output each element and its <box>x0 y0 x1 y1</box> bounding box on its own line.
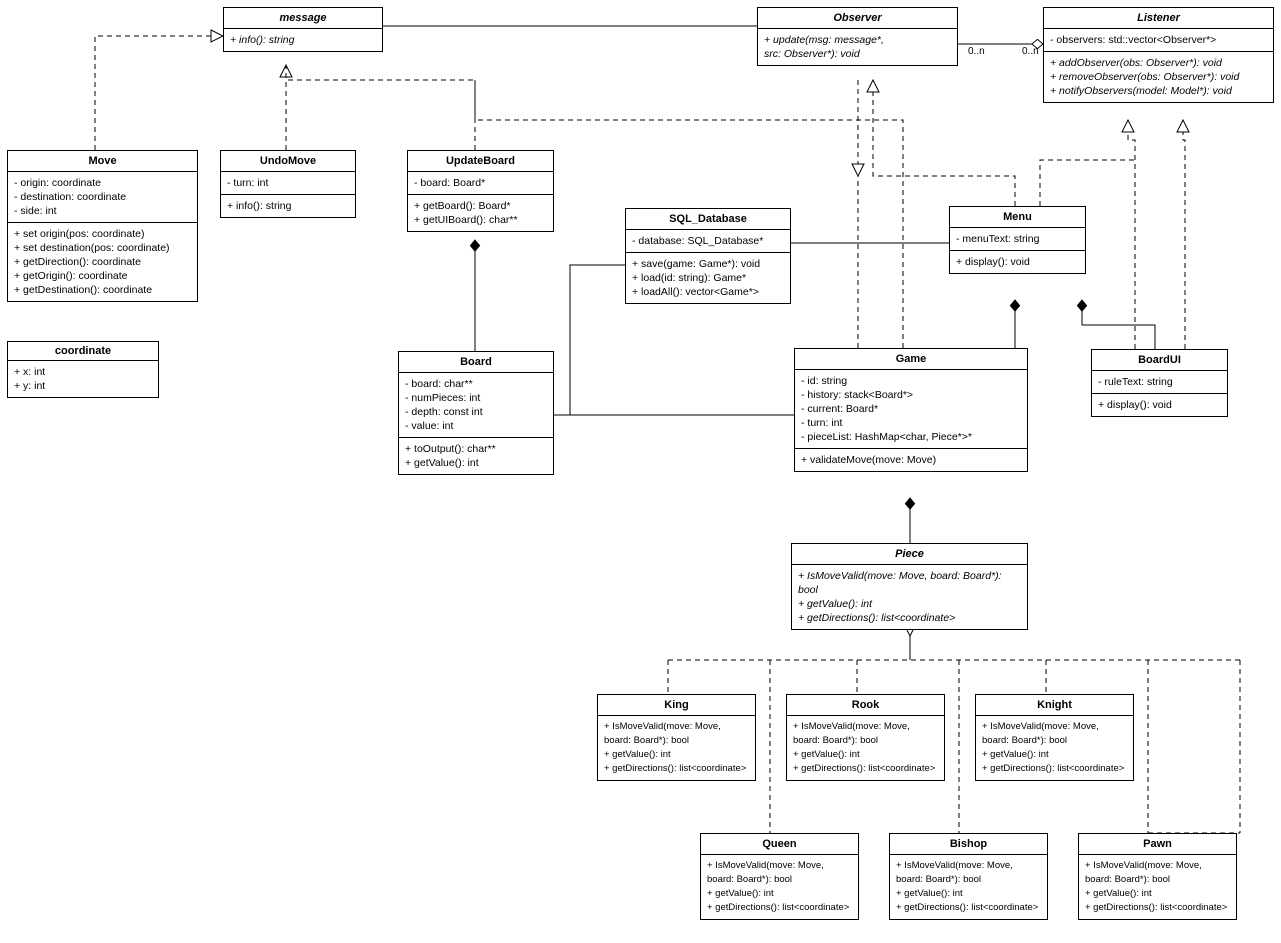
class-title: coordinate <box>8 342 158 361</box>
attrs: - turn: int <box>221 172 355 195</box>
class-title: message <box>224 8 382 29</box>
methods: + display(): void <box>1092 394 1227 416</box>
methods: + display(): void <box>950 251 1085 273</box>
attrs: - database: SQL_Database* <box>626 230 790 253</box>
class-title: SQL_Database <box>626 209 790 230</box>
struct-coordinate: coordinate + x: int + y: int <box>7 341 159 398</box>
class-bishop: Bishop + IsMoveValid(move: Move, board: … <box>889 833 1048 920</box>
methods: + getBoard(): Board* + getUIBoard(): cha… <box>408 195 553 231</box>
attrs: - id: string - history: stack<Board*> - … <box>795 370 1027 449</box>
class-title: Rook <box>787 695 944 716</box>
methods: + addObserver(obs: Observer*): void + re… <box>1044 52 1273 102</box>
methods: + set origin(pos: coordinate) + set dest… <box>8 223 197 301</box>
class-king: King + IsMoveValid(move: Move, board: Bo… <box>597 694 756 781</box>
class-title: Game <box>795 349 1027 370</box>
methods: + IsMoveValid(move: Move, board: Board*)… <box>792 565 1027 629</box>
class-title: Pawn <box>1079 834 1236 855</box>
class-boardui: BoardUI - ruleText: string + display(): … <box>1091 349 1228 417</box>
class-title: Menu <box>950 207 1085 228</box>
class-title: Listener <box>1044 8 1273 29</box>
class-title: Bishop <box>890 834 1047 855</box>
class-title: Board <box>399 352 553 373</box>
methods: + IsMoveValid(move: Move, board: Board*)… <box>1079 855 1236 919</box>
methods: + IsMoveValid(move: Move, board: Board*)… <box>976 716 1133 780</box>
class-sqldatabase: SQL_Database - database: SQL_Database* +… <box>625 208 791 304</box>
mult-observer: 0..n <box>968 46 985 57</box>
class-board: Board - board: char** - numPieces: int -… <box>398 351 554 475</box>
class-title: King <box>598 695 755 716</box>
class-move: Move - origin: coordinate - destination:… <box>7 150 198 302</box>
class-queen: Queen + IsMoveValid(move: Move, board: B… <box>700 833 859 920</box>
attrs: - origin: coordinate - destination: coor… <box>8 172 197 223</box>
attrs: - board: Board* <box>408 172 553 195</box>
attrs: - observers: std::vector<Observer*> <box>1044 29 1273 52</box>
class-knight: Knight + IsMoveValid(move: Move, board: … <box>975 694 1134 781</box>
attrs: - board: char** - numPieces: int - depth… <box>399 373 553 438</box>
methods: + x: int + y: int <box>8 361 158 397</box>
class-listener: Listener - observers: std::vector<Observ… <box>1043 7 1274 103</box>
attrs: - menuText: string <box>950 228 1085 251</box>
methods: + toOutput(): char** + getValue(): int <box>399 438 553 474</box>
methods: + IsMoveValid(move: Move, board: Board*)… <box>701 855 858 919</box>
class-rook: Rook + IsMoveValid(move: Move, board: Bo… <box>786 694 945 781</box>
mult-listener: 0..n <box>1022 46 1039 57</box>
attrs: - ruleText: string <box>1092 371 1227 394</box>
class-observer: Observer + update(msg: message*, src: Ob… <box>757 7 958 66</box>
class-title: BoardUI <box>1092 350 1227 371</box>
class-title: Move <box>8 151 197 172</box>
connectors <box>0 0 1281 943</box>
class-pawn: Pawn + IsMoveValid(move: Move, board: Bo… <box>1078 833 1237 920</box>
methods: + IsMoveValid(move: Move, board: Board*)… <box>890 855 1047 919</box>
methods: + validateMove(move: Move) <box>795 449 1027 471</box>
class-message: message + info(): string <box>223 7 383 52</box>
methods: + save(game: Game*): void + load(id: str… <box>626 253 790 303</box>
class-title: Knight <box>976 695 1133 716</box>
methods: + info(): string <box>221 195 355 217</box>
methods: + info(): string <box>224 29 382 51</box>
methods: + IsMoveValid(move: Move, board: Board*)… <box>598 716 755 780</box>
class-title: UpdateBoard <box>408 151 553 172</box>
class-game: Game - id: string - history: stack<Board… <box>794 348 1028 472</box>
methods: + update(msg: message*, src: Observer*):… <box>758 29 957 65</box>
class-menu: Menu - menuText: string + display(): voi… <box>949 206 1086 274</box>
class-updateboard: UpdateBoard - board: Board* + getBoard()… <box>407 150 554 232</box>
methods: + IsMoveValid(move: Move, board: Board*)… <box>787 716 944 780</box>
class-title: UndoMove <box>221 151 355 172</box>
class-title: Observer <box>758 8 957 29</box>
class-undomove: UndoMove - turn: int + info(): string <box>220 150 356 218</box>
class-piece: Piece + IsMoveValid(move: Move, board: B… <box>791 543 1028 630</box>
class-title: Queen <box>701 834 858 855</box>
class-title: Piece <box>792 544 1027 565</box>
